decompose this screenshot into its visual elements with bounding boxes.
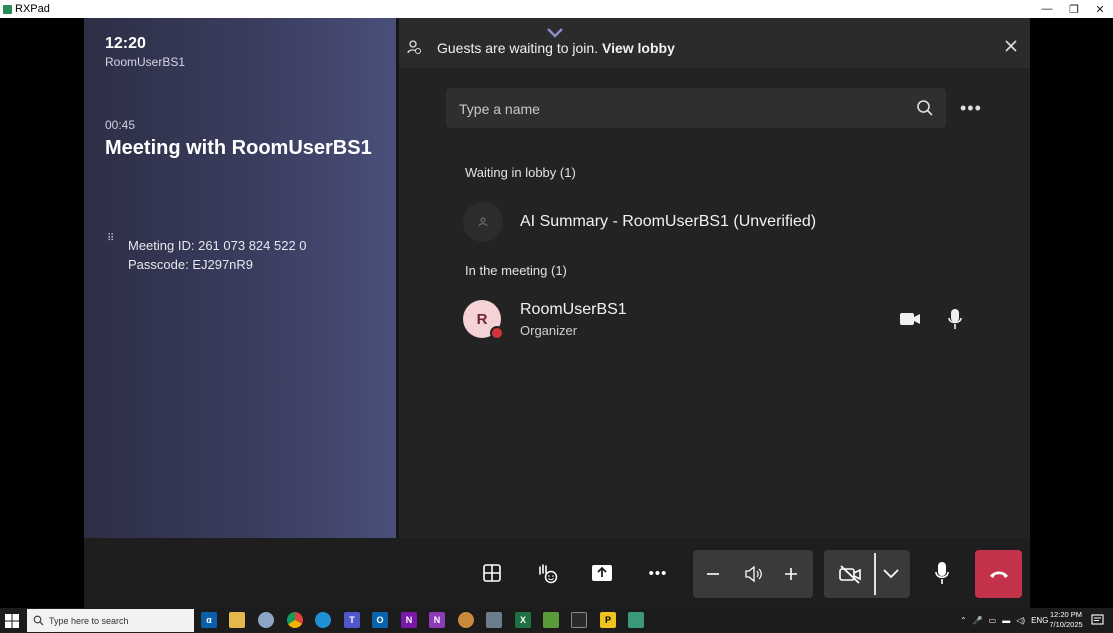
terminal-icon[interactable] [571,612,587,628]
app-icon [3,4,12,14]
meeting-title: Meeting with RoomUserBS1 [105,137,372,159]
raise-hand-emoji-icon [539,564,558,584]
onenote-alt-icon[interactable]: N [429,612,445,628]
window-title: RXPad [15,3,50,15]
hang-up-button[interactable] [975,550,1022,598]
meeting-section-label: In the meeting (1) [465,263,567,278]
lobby-banner: Guests are waiting to join. View lobby [399,18,1030,68]
elapsed-time: 00:45 [105,118,136,132]
tray-mic-icon[interactable]: 🎤 [973,616,983,625]
lobby-participant-name[interactable]: AI Summary - RoomUserBS1 (Unverified) [520,213,816,231]
passcode: Passcode: EJ297nR9 [128,257,254,272]
windows-taskbar: Type here to search α T O N N X P ⌃ 🎤 ▭ … [0,608,1113,633]
network-icon[interactable]: ▭ [989,616,997,625]
pycharm-icon[interactable]: P [600,612,616,628]
volume-control [693,550,813,598]
remote-desktop-icon[interactable] [486,612,502,628]
lobby-section-label: Waiting in lobby (1) [465,165,576,180]
clock: 12:20 [105,35,146,52]
tray-chevron-icon[interactable]: ⌃ [960,616,967,625]
chrome-icon[interactable] [287,612,303,628]
cloud-app-icon[interactable] [258,612,274,628]
camera-off-icon[interactable] [838,564,862,584]
guest-waiting-icon [407,40,421,54]
meeting-info-panel: 12:20 RoomUserBS1 00:45 Meeting with Roo… [84,18,396,538]
monkey-app-icon[interactable] [458,612,474,628]
rxpad-taskbar-icon[interactable] [628,612,644,628]
mic-button[interactable] [922,550,962,596]
lobby-banner-text: Guests are waiting to join. View lobby [437,40,675,56]
search-icon[interactable] [916,99,934,117]
hang-up-icon [989,571,1008,578]
speaker-icon [745,565,762,583]
participant-role: Organizer [520,323,578,338]
more-actions-button[interactable]: ••• [638,550,678,596]
volume-down-icon[interactable] [705,566,721,582]
volume-up-icon[interactable] [783,566,799,582]
taskbar-date: 7/10/2025 [1049,620,1083,629]
person-icon [478,217,488,227]
room-name: RoomUserBS1 [105,55,186,69]
outlook-icon[interactable]: O [372,612,388,628]
chevron-down-icon[interactable] [882,567,900,581]
status-badge [490,326,504,340]
camera-control [824,550,910,598]
layout-button[interactable] [472,550,512,596]
camera-separator [874,553,876,595]
excel-icon[interactable]: X [515,612,531,628]
meeting-id: Meeting ID: 261 073 824 522 0 [128,238,307,253]
notification-icon[interactable] [1091,614,1104,627]
chevron-down-icon[interactable] [546,27,564,39]
minimize-button[interactable]: — [1032,0,1062,18]
participants-panel: Guests are waiting to join. View lobby T… [399,18,1030,538]
speaker-tray-icon[interactable]: ◁) [1016,616,1025,625]
teams-icon[interactable]: T [344,612,360,628]
notepad-icon[interactable] [543,612,559,628]
participant-name[interactable]: RoomUserBS1 [520,301,627,319]
onenote-icon[interactable]: N [401,612,417,628]
meeting-details: Meeting ID: 261 073 824 522 0 Passcode: … [128,236,307,274]
camera-icon [900,313,920,325]
taskbar-search-placeholder: Type here to search [49,615,129,626]
avatar [463,202,503,242]
lobby-banner-message: Guests are waiting to join. [437,40,599,56]
more-options-icon[interactable]: ••• [960,98,982,119]
search-placeholder: Type a name [459,101,540,117]
taskbar-time: 12:20 PM [1049,610,1083,619]
meeting-control-bar: ••• [84,538,1030,608]
alpha-app-icon[interactable]: α [201,612,217,628]
view-lobby-link[interactable]: View lobby [602,40,675,56]
taskbar-search[interactable]: Type here to search [27,609,194,632]
reactions-button[interactable] [527,550,567,596]
close-window-button[interactable]: ✕ [1085,0,1113,18]
window-titlebar: RXPad — ❐ ✕ [0,0,1113,18]
microphone-icon [935,562,949,584]
close-icon[interactable] [1003,38,1019,54]
taskbar-clock[interactable]: 12:20 PM 7/10/2025 [1046,610,1086,630]
edge-icon[interactable] [315,612,331,628]
file-explorer-icon[interactable] [229,612,245,628]
system-tray: ⌃ 🎤 ▭ ▬ ◁) ENG [960,608,1048,633]
share-screen-icon [592,565,612,581]
search-icon [33,615,44,626]
battery-icon[interactable]: ▬ [1002,616,1010,625]
participant-search-box[interactable]: Type a name [446,88,946,128]
windows-start-icon[interactable] [4,613,20,629]
microphone-icon [948,309,962,329]
more-icon: ••• [648,564,668,582]
dialpad-icon: ⠿ [107,233,114,244]
layout-grid-icon [483,564,501,582]
share-button[interactable] [582,550,622,596]
